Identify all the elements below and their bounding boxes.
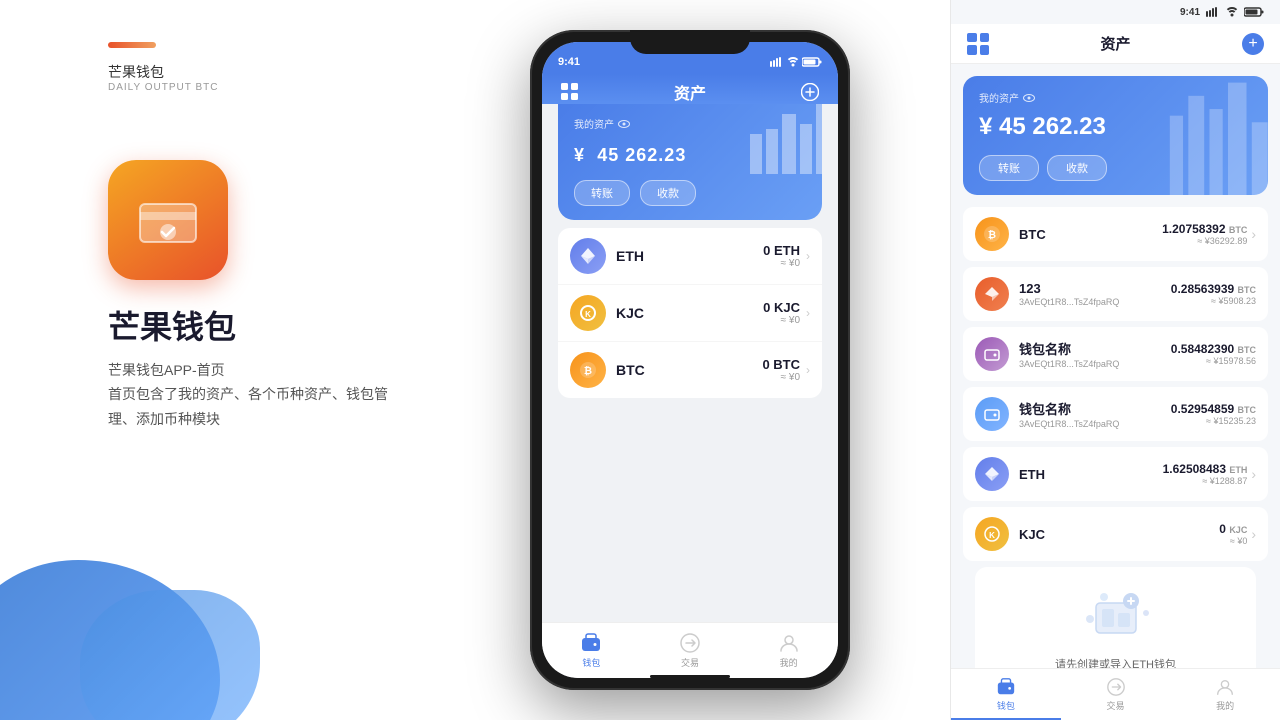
right-coin-wallet1[interactable]: 钱包名称 3AvEQt1R8...TsZ4fpaRQ 0.58482390 BT… [963, 327, 1268, 381]
right-wallet1-info: 钱包名称 3AvEQt1R8...TsZ4fpaRQ [1019, 339, 1171, 369]
phone-time: 9:41 [558, 56, 580, 68]
right-coin-btc[interactable]: ₿ BTC 1.20758392 BTC ≈ ¥36292.89 › [963, 207, 1268, 261]
right-coin-kjc[interactable]: K KJC 0 KJC ≈ ¥0 › [963, 507, 1268, 561]
phone-kjc-balance: 0 KJC ≈ ¥0 [763, 300, 800, 326]
right-eth-info: ETH [1019, 467, 1163, 482]
right-time: 9:41 [1180, 7, 1200, 18]
right-coin-eth[interactable]: ETH 1.62508483 ETH ≈ ¥1288.87 › [963, 447, 1268, 501]
phone-btc-name: BTC [616, 362, 645, 378]
app-name: 芒果钱包 [108, 302, 236, 348]
phone-eth-balance: 0 ETH ≈ ¥0 [763, 243, 800, 269]
phone-kjc-name: KJC [616, 305, 644, 321]
phone-coin-list: ETH 0 ETH ≈ ¥0 › K KJC 0 KJC ≈ ¥0 [558, 228, 822, 398]
right-status-bar: 9:41 [951, 0, 1280, 24]
right-kjc-info: KJC [1019, 527, 1219, 542]
phone-add-icon[interactable] [798, 80, 822, 104]
eth-icon [570, 238, 606, 274]
phone-coin-eth[interactable]: ETH 0 ETH ≈ ¥0 › [558, 228, 822, 285]
right-nav-mine[interactable]: 我的 [1170, 677, 1280, 712]
right-panel: 9:41 资产 + 我的资产 ¥ 45 262.23 转账 收款 [950, 0, 1280, 720]
right-eth-balance: 1.62508483 ETH ≈ ¥1288.87 [1163, 462, 1248, 486]
phone-nav-wallet-label: 钱包 [582, 656, 600, 669]
phone-nav-wallet[interactable]: 钱包 [542, 632, 641, 669]
phone-notch [630, 30, 750, 54]
right-header-title: 资产 [1100, 33, 1130, 54]
right-coin-123[interactable]: 123 3AvEQt1R8...TsZ4fpaRQ 0.28563939 BTC… [963, 267, 1268, 321]
phone-asset-card: 我的资产 ¥ 45 262.23 转账 收款 [558, 104, 822, 220]
phone-transfer-button[interactable]: 转账 [574, 180, 630, 206]
phone-nav-mine[interactable]: 我的 [739, 632, 838, 669]
right-wallet2-info: 钱包名称 3AvEQt1R8...TsZ4fpaRQ [1019, 399, 1171, 429]
svg-text:K: K [585, 310, 591, 319]
right-nav-wallet[interactable]: 钱包 [951, 677, 1061, 712]
right-btc-balance: 1.20758392 BTC ≈ ¥36292.89 [1162, 222, 1247, 246]
eth-create-box: 请先创建或导入ETH钱包 创建 导入 [975, 567, 1256, 668]
right-btc-arrow: › [1251, 226, 1256, 242]
eth-create-text: 请先创建或导入ETH钱包 [991, 656, 1240, 668]
right-receive-button[interactable]: 收款 [1047, 155, 1107, 181]
kjc-icon: K [570, 295, 606, 331]
phone-btc-balance: 0 BTC ≈ ¥0 [762, 357, 800, 383]
right-asset-card: 我的资产 ¥ 45 262.23 转账 收款 [963, 76, 1268, 195]
svg-text:₿: ₿ [584, 365, 592, 377]
left-panel: 芒果钱包 DAILY OUTPUT BTC 芒果钱包 芒果钱包APP-首页 首页… [0, 0, 560, 720]
svg-text:₿: ₿ [988, 229, 996, 241]
right-transfer-button[interactable]: 转账 [979, 155, 1039, 181]
phone-screen: 9:41 资产 [542, 42, 838, 678]
right-kjc-arrow: › [1251, 526, 1256, 542]
phone-grid-icon[interactable] [558, 80, 582, 104]
right-btc-info: BTC [1019, 227, 1162, 242]
right-wallet2-icon [975, 397, 1009, 431]
phone-header: 资产 [542, 74, 838, 104]
right-nav-trade[interactable]: 交易 [1061, 677, 1171, 712]
phone-asset-buttons: 转账 收款 [574, 180, 806, 206]
right-coin-list: ₿ BTC 1.20758392 BTC ≈ ¥36292.89 › 123 3… [951, 207, 1280, 668]
phone-kjc-arrow: › [806, 306, 810, 320]
right-nav-mine-label: 我的 [1216, 699, 1234, 712]
phone-coin-btc[interactable]: ₿ BTC 0 BTC ≈ ¥0 › [558, 342, 822, 398]
phone-receive-button[interactable]: 收款 [640, 180, 696, 206]
status-icons [770, 57, 822, 67]
phone-header-title: 资产 [674, 80, 706, 104]
accent-bar [108, 42, 156, 48]
right-wallet1-balance: 0.58482390 BTC ≈ ¥15978.56 [1171, 342, 1256, 366]
right-coin-wallet2[interactable]: 钱包名称 3AvEQt1R8...TsZ4fpaRQ 0.52954859 BT… [963, 387, 1268, 441]
brand-text: 芒果钱包 [108, 62, 164, 82]
right-123-balance: 0.28563939 BTC ≈ ¥5908.23 [1171, 282, 1256, 306]
phone-mockup: 9:41 资产 [530, 30, 850, 690]
phone-nav-trade-label: 交易 [681, 656, 699, 669]
phone-home-indicator [650, 675, 730, 678]
app-desc1: 芒果钱包APP-首页 [108, 358, 225, 383]
phone-btc-arrow: › [806, 363, 810, 377]
right-eth-arrow: › [1251, 466, 1256, 482]
phone-eth-arrow: › [806, 249, 810, 263]
phone-nav-mine-label: 我的 [780, 656, 798, 669]
right-header: 资产 + [951, 24, 1280, 64]
right-123-info: 123 3AvEQt1R8...TsZ4fpaRQ [1019, 281, 1171, 307]
phone-bottom-nav: 钱包 交易 我的 [542, 622, 838, 678]
right-eth-icon [975, 457, 1009, 491]
right-123-icon [975, 277, 1009, 311]
right-bottom-nav: 钱包 交易 我的 [951, 668, 1280, 720]
app-desc2: 首页包含了我的资产、各个币种资产、钱包管 理、添加币种模块 [108, 382, 388, 432]
right-btc-icon: ₿ [975, 217, 1009, 251]
phone-coin-kjc[interactable]: K KJC 0 KJC ≈ ¥0 › [558, 285, 822, 342]
right-grid-icon[interactable] [967, 33, 989, 55]
right-kjc-icon: K [975, 517, 1009, 551]
right-kjc-balance: 0 KJC ≈ ¥0 [1219, 522, 1247, 546]
btc-icon: ₿ [570, 352, 606, 388]
phone-nav-trade[interactable]: 交易 [641, 632, 740, 669]
brand-sub: DAILY OUTPUT BTC [108, 82, 218, 93]
svg-text:K: K [989, 531, 995, 540]
right-nav-trade-label: 交易 [1107, 699, 1125, 712]
right-nav-wallet-label: 钱包 [997, 699, 1015, 712]
app-icon [108, 160, 228, 280]
right-add-button[interactable]: + [1242, 33, 1264, 55]
blob-decoration-2 [80, 590, 260, 720]
phone-outer: 9:41 资产 [530, 30, 850, 690]
right-wallet1-icon [975, 337, 1009, 371]
phone-eth-name: ETH [616, 248, 644, 264]
right-wallet2-balance: 0.52954859 BTC ≈ ¥15235.23 [1171, 402, 1256, 426]
